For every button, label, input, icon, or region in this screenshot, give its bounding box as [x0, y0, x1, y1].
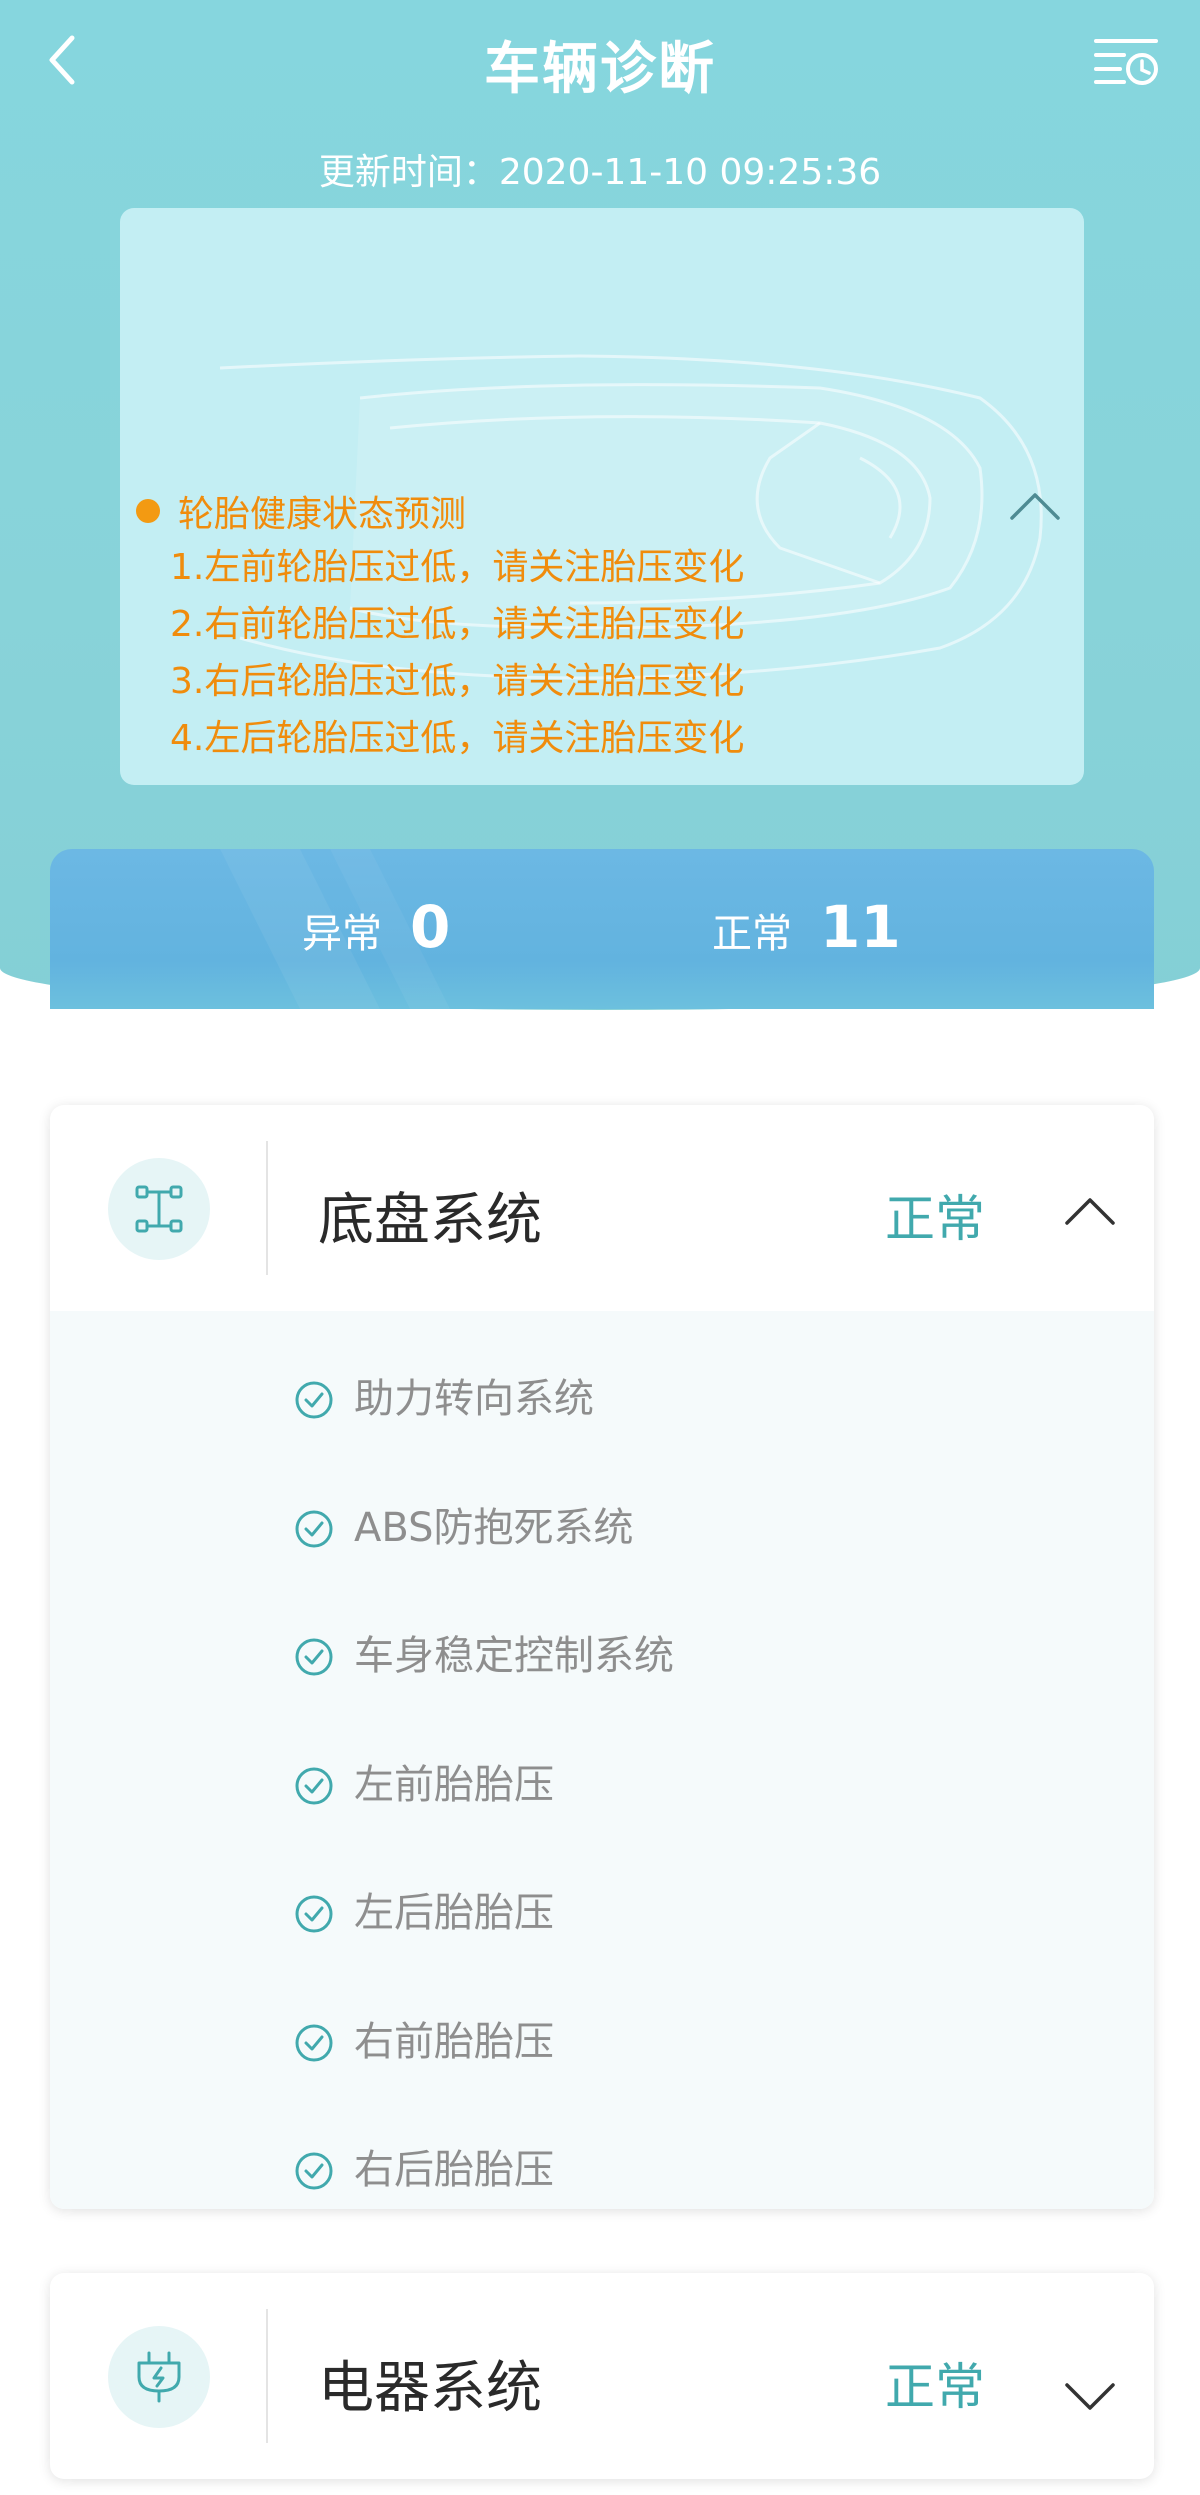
check-circle-icon — [295, 1638, 333, 1676]
check-circle-icon — [295, 1767, 333, 1805]
list-item: 右前胎胎压 — [50, 1974, 1154, 2103]
section-status: 正常 — [885, 1190, 985, 1248]
section-card-chassis: 底盘系统 正常 助力转向系统 ABS防抱死系统 车身稳定控制系统 左前胎胎压 左… — [50, 1105, 1154, 2209]
list-item-label: 左前胎胎压 — [354, 1761, 554, 1808]
section-card-electric: 电器系统 正常 — [50, 2273, 1154, 2479]
alert-collapse-button[interactable] — [1000, 474, 1070, 538]
section-status: 正常 — [885, 2358, 985, 2416]
section-collapse-button[interactable] — [1050, 1171, 1130, 1251]
abnormal-label: 异常 — [302, 911, 382, 957]
section-item-list: 助力转向系统 ABS防抱死系统 车身稳定控制系统 左前胎胎压 左后胎胎压 右前胎… — [50, 1311, 1154, 2209]
update-time: 更新时间：2020-11-10 09:25:36 — [0, 143, 1200, 195]
list-item: 车身稳定控制系统 — [50, 1588, 1154, 1717]
abnormal-summary: 异常 0 — [302, 893, 450, 961]
warning-dot-icon — [136, 499, 160, 523]
section-divider — [266, 2309, 268, 2443]
normal-count: 11 — [820, 893, 901, 961]
list-item-label: 右前胎胎压 — [354, 2018, 554, 2065]
section-header-electric[interactable]: 电器系统 正常 — [50, 2273, 1154, 2479]
normal-summary: 正常 11 — [712, 893, 901, 961]
list-item-label: ABS防抱死系统 — [354, 1504, 634, 1551]
list-item: ABS防抱死系统 — [50, 1460, 1154, 1589]
list-item-label: 助力转向系统 — [354, 1376, 594, 1423]
app-header: 车辆诊断 — [0, 0, 1200, 125]
list-item: 左前胎胎压 — [50, 1717, 1154, 1846]
check-circle-icon — [295, 1381, 333, 1419]
chassis-icon — [108, 1158, 210, 1260]
abnormal-count: 0 — [410, 893, 451, 961]
section-expand-button[interactable] — [1050, 2357, 1130, 2437]
section-divider — [266, 1141, 268, 1275]
list-item-label: 左后胎胎压 — [354, 1890, 554, 1937]
history-button[interactable] — [1092, 30, 1162, 94]
check-circle-icon — [295, 2024, 333, 2062]
normal-label: 正常 — [712, 911, 792, 957]
section-header-chassis[interactable]: 底盘系统 正常 — [50, 1105, 1154, 1311]
list-item-label: 车身稳定控制系统 — [354, 1633, 674, 1680]
alert-title-row: 轮胎健康状态预测 — [136, 483, 744, 539]
section-name: 电器系统 — [318, 2356, 542, 2421]
alert-line: 4.左后轮胎压过低，请关注胎压变化 — [170, 718, 745, 759]
alert-title: 轮胎健康状态预测 — [178, 494, 467, 535]
list-item: 左后胎胎压 — [50, 1845, 1154, 1974]
chevron-up-icon — [1010, 493, 1060, 520]
chevron-down-icon — [1065, 2383, 1115, 2410]
page-title: 车辆诊断 — [484, 37, 716, 102]
summary-decoration — [220, 849, 450, 1009]
chevron-up-icon — [1065, 1198, 1115, 1225]
alert-line: 1.左前轮胎压过低，请关注胎压变化 — [170, 547, 745, 588]
list-item-label: 右后胎胎压 — [354, 2147, 554, 2194]
section-name: 底盘系统 — [318, 1188, 542, 1253]
check-circle-icon — [295, 2152, 333, 2190]
electric-plug-icon — [108, 2326, 210, 2428]
update-time-value: 2020-11-10 09:25:36 — [498, 152, 882, 193]
list-item: 右后胎胎压 — [50, 2102, 1154, 2209]
check-circle-icon — [295, 1510, 333, 1548]
list-item: 助力转向系统 — [50, 1331, 1154, 1460]
history-list-icon — [1094, 39, 1158, 85]
check-circle-icon — [295, 1895, 333, 1933]
tire-alert-card: 轮胎健康状态预测 1.左前轮胎压过低，请关注胎压变化 2.右前轮胎压过低，请关注… — [120, 208, 1084, 785]
diagnosis-summary: 异常 0 正常 11 — [50, 849, 1154, 1009]
alert-content: 轮胎健康状态预测 1.左前轮胎压过低，请关注胎压变化 2.右前轮胎压过低，请关注… — [136, 483, 744, 767]
update-time-label: 更新时间： — [318, 152, 499, 193]
alert-line: 2.右前轮胎压过低，请关注胎压变化 — [170, 604, 745, 645]
alert-line: 3.右后轮胎压过低，请关注胎压变化 — [170, 661, 745, 702]
